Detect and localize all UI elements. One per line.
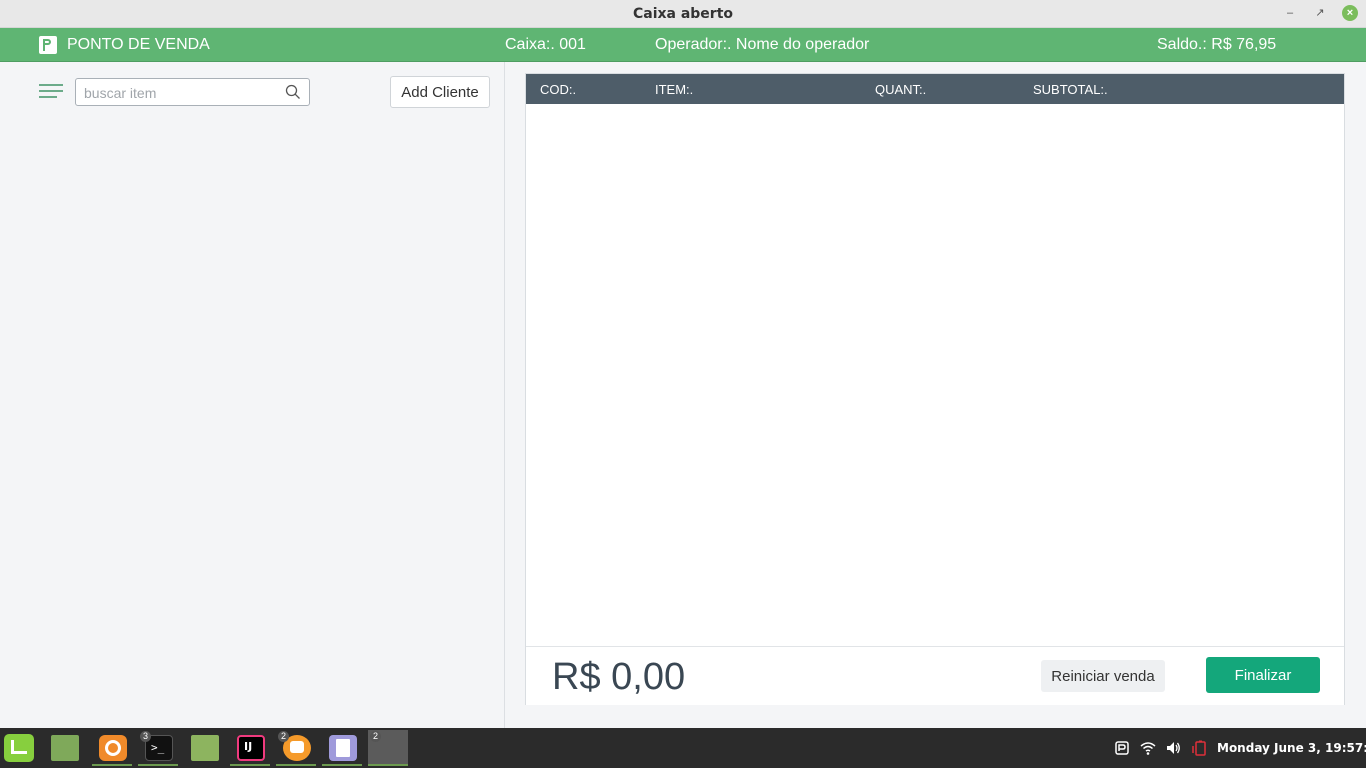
saldo-label: Saldo.: R$ 76,95	[1157, 36, 1277, 53]
search-icon[interactable]	[285, 84, 301, 100]
taskbar: >_ 3 IJ 2 2 Monday June 3, 19:57	[0, 728, 1366, 768]
mint-menu-icon[interactable]	[0, 730, 40, 766]
clock[interactable]: Monday June 3, 19:57:54	[1217, 741, 1366, 755]
window-titlebar: Caixa aberto – ↗ ×	[0, 0, 1366, 28]
table-header: COD:. ITEM:. QUANT:. SUBTOTAL:.	[526, 74, 1344, 104]
terminal-badge: 3	[140, 731, 152, 742]
left-panel: Add Cliente	[0, 62, 505, 728]
sale-total: R$ 0,00	[552, 656, 686, 698]
pdv-logo-icon	[39, 36, 57, 54]
reiniciar-venda-button[interactable]: Reiniciar venda	[1041, 660, 1165, 692]
firefox-icon[interactable]	[92, 730, 132, 766]
close-icon[interactable]: ×	[1342, 5, 1358, 21]
search-box	[75, 78, 310, 106]
maximize-icon[interactable]: ↗	[1312, 5, 1328, 21]
finalizar-button[interactable]: Finalizar	[1206, 657, 1320, 693]
minimize-icon[interactable]: –	[1282, 5, 1298, 21]
battery-alert-icon[interactable]	[1192, 740, 1208, 756]
sale-footer: R$ 0,00 Reiniciar venda Finalizar	[526, 646, 1344, 705]
column-header-item: ITEM:.	[655, 82, 694, 97]
files-icon[interactable]	[184, 730, 224, 766]
java-window-icon[interactable]: 2	[368, 730, 408, 766]
column-header-cod: COD:.	[540, 82, 577, 97]
column-header-subtotal: SUBTOTAL:.	[1033, 82, 1108, 97]
add-cliente-button[interactable]: Add Cliente	[390, 76, 490, 108]
wifi-icon[interactable]	[1140, 740, 1156, 756]
table-body	[526, 104, 1344, 646]
hamburger-menu-icon[interactable]	[39, 84, 63, 98]
right-panel: COD:. ITEM:. QUANT:. SUBTOTAL:. R$ 0,00 …	[505, 62, 1366, 728]
update-manager-icon[interactable]	[1114, 740, 1130, 756]
terminal-icon[interactable]: >_ 3	[138, 730, 178, 766]
app-header: PONTO DE VENDA Caixa:. 001 Operador:. No…	[0, 28, 1366, 62]
intellij-icon[interactable]: IJ	[230, 730, 270, 766]
operador-label: Operador:. Nome do operador	[655, 36, 870, 53]
show-desktop-icon[interactable]	[44, 730, 84, 766]
java-window-badge: 2	[370, 731, 382, 742]
caixa-label: Caixa:. 001	[505, 36, 586, 53]
app-orange-icon[interactable]: 2	[276, 730, 316, 766]
sale-items-table: COD:. ITEM:. QUANT:. SUBTOTAL:. R$ 0,00 …	[525, 73, 1345, 705]
brand-title: PONTO DE VENDA	[67, 36, 210, 53]
window-title: Caixa aberto	[632, 6, 734, 22]
search-input[interactable]	[82, 82, 281, 104]
column-header-quant: QUANT:.	[875, 82, 927, 97]
app-orange-badge: 2	[278, 731, 290, 742]
volume-icon[interactable]	[1165, 740, 1181, 756]
text-editor-icon[interactable]	[322, 730, 362, 766]
